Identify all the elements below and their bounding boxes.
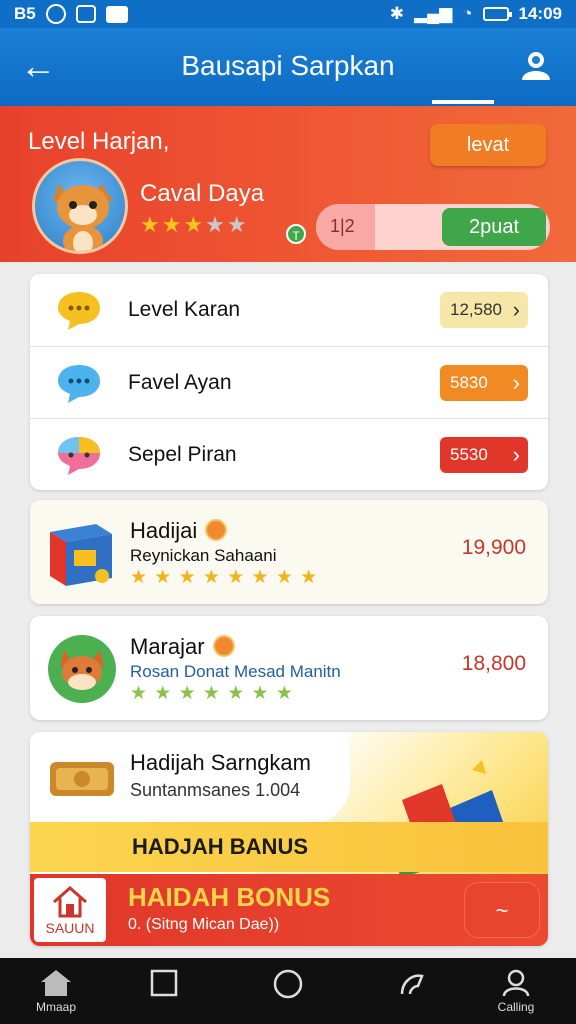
- menu-card: Level Karan 12,580 Favel Ayan 5830 Sepel…: [30, 274, 548, 490]
- level-label: Level Harjan,: [28, 128, 170, 155]
- coin-icon: [205, 519, 228, 541]
- circle-home-icon: [273, 969, 303, 999]
- list-item[interactable]: Level Karan 12,580: [30, 274, 548, 346]
- user-icon[interactable]: [518, 48, 554, 84]
- app-bar: ← Bausapi Sarpkan: [0, 28, 576, 106]
- bonus-strip: HADJAH BANUS: [30, 822, 548, 872]
- bonus-bar: SAUUN HAIDAH BONUS 0. (Sitng Mican Dae))…: [30, 874, 548, 946]
- nav-profile-label: Calling: [497, 1000, 535, 1014]
- gift-card[interactable]: Marajar Rosan Donat Mesad Manitn ★ ★ ★ ★…: [30, 616, 548, 720]
- gift-title: Marajar: [130, 634, 235, 660]
- chat-bubble-icon: [58, 365, 100, 403]
- gift-title-text: Marajar: [130, 634, 205, 659]
- gift-price: 19,900: [461, 536, 526, 559]
- nav-home-circle[interactable]: [248, 968, 328, 1002]
- nav-home[interactable]: Mmaap: [16, 968, 96, 1014]
- level-button[interactable]: levat: [430, 124, 546, 166]
- gift-stars: ★ ★ ★ ★ ★ ★ ★: [130, 683, 294, 704]
- nav-profile[interactable]: Calling: [476, 968, 556, 1014]
- home-icon: [41, 970, 71, 996]
- gift-card[interactable]: Hadijai Reynickan Sahaani ★ ★ ★ ★ ★ ★ ★ …: [30, 500, 548, 604]
- bonus-bar-subtitle: 0. (Sitng Mican Dae)): [128, 916, 280, 933]
- list-item-label: Favel Ayan: [128, 371, 232, 394]
- status-time: 14:09: [518, 4, 562, 23]
- bonus-action-button[interactable]: ~: [464, 882, 540, 938]
- list-item[interactable]: Sepel Piran 5530: [30, 418, 548, 490]
- rating-stars: ★★★★★: [140, 212, 249, 237]
- back-gesture-icon: [400, 974, 424, 995]
- profile-icon: [502, 969, 530, 997]
- chat-bubble-icon: [58, 437, 100, 475]
- signal-icon: ▂▄▆: [414, 4, 453, 23]
- home-label: SAUUN: [45, 920, 95, 936]
- coin-icon: [212, 635, 235, 657]
- nav-back[interactable]: [372, 968, 452, 1002]
- banknote-icon: [50, 762, 114, 796]
- gift-title: Hadijai: [130, 518, 228, 544]
- progress-button[interactable]: 2puat: [442, 208, 546, 246]
- level-badge: T: [286, 224, 306, 244]
- notification-icon: [75, 5, 96, 23]
- player-name: Caval Daya: [140, 180, 265, 207]
- alarm-icon: [45, 4, 66, 24]
- bonus-title: Hadijah Sarngkam: [130, 750, 311, 775]
- gift-subtitle: Rosan Donat Mesad Manitn: [130, 662, 341, 681]
- nav-home-label: Mmaap: [35, 1000, 76, 1014]
- gift-subtitle: Reynickan Sahaani: [130, 546, 277, 565]
- home-icon: [53, 886, 87, 918]
- list-item-label: Sepel Piran: [128, 443, 237, 466]
- status-left-text: B5: [14, 4, 36, 23]
- level-header: Level Harjan, Caval Daya ★★★★★ levat T 1…: [0, 106, 576, 262]
- nav-recents[interactable]: [124, 968, 204, 1000]
- bonus-card[interactable]: Hadijah Sarngkam Suntanmsanes 1.004 HADJ…: [30, 732, 548, 946]
- cat-avatar-icon: [53, 183, 113, 251]
- bluetooth-icon: ✱: [389, 4, 405, 23]
- page-title: Bausapi Sarpkan: [181, 50, 395, 81]
- recents-icon: [150, 969, 178, 997]
- level-progress: 1|2 2puat: [316, 204, 550, 250]
- gift-price: 18,800: [461, 652, 526, 675]
- status-bar: B5 ✱ ▂▄▆ ◔ 14:09: [0, 0, 576, 28]
- tab-indicator: [432, 100, 494, 104]
- bonus-bar-title: HAIDAH BONUS: [128, 882, 331, 912]
- list-item-value[interactable]: 5830: [440, 365, 528, 401]
- bottom-nav: Mmaap Calling: [0, 958, 576, 1024]
- wifi-icon: ◔: [462, 4, 473, 23]
- chat-bubble-icon: [58, 292, 100, 330]
- list-item[interactable]: Favel Ayan 5830: [30, 346, 548, 418]
- mail-icon: [105, 5, 128, 23]
- list-item-value[interactable]: 12,580: [440, 292, 528, 328]
- battery-icon: [482, 7, 512, 21]
- home-button[interactable]: SAUUN: [34, 878, 106, 942]
- avatar[interactable]: [32, 158, 128, 254]
- fox-avatar-icon: [48, 635, 116, 703]
- bonus-strip-title: HADJAH BANUS: [132, 834, 309, 859]
- progress-value: 1|2: [330, 216, 355, 236]
- gift-title-text: Hadijai: [130, 518, 198, 543]
- bonus-subtitle: Suntanmsanes 1.004: [130, 780, 301, 800]
- gift-stars: ★ ★ ★ ★ ★ ★ ★ ★: [130, 567, 319, 588]
- list-item-value[interactable]: 5530: [440, 437, 528, 473]
- list-item-label: Level Karan: [128, 298, 241, 321]
- gift-box-icon: [50, 524, 112, 586]
